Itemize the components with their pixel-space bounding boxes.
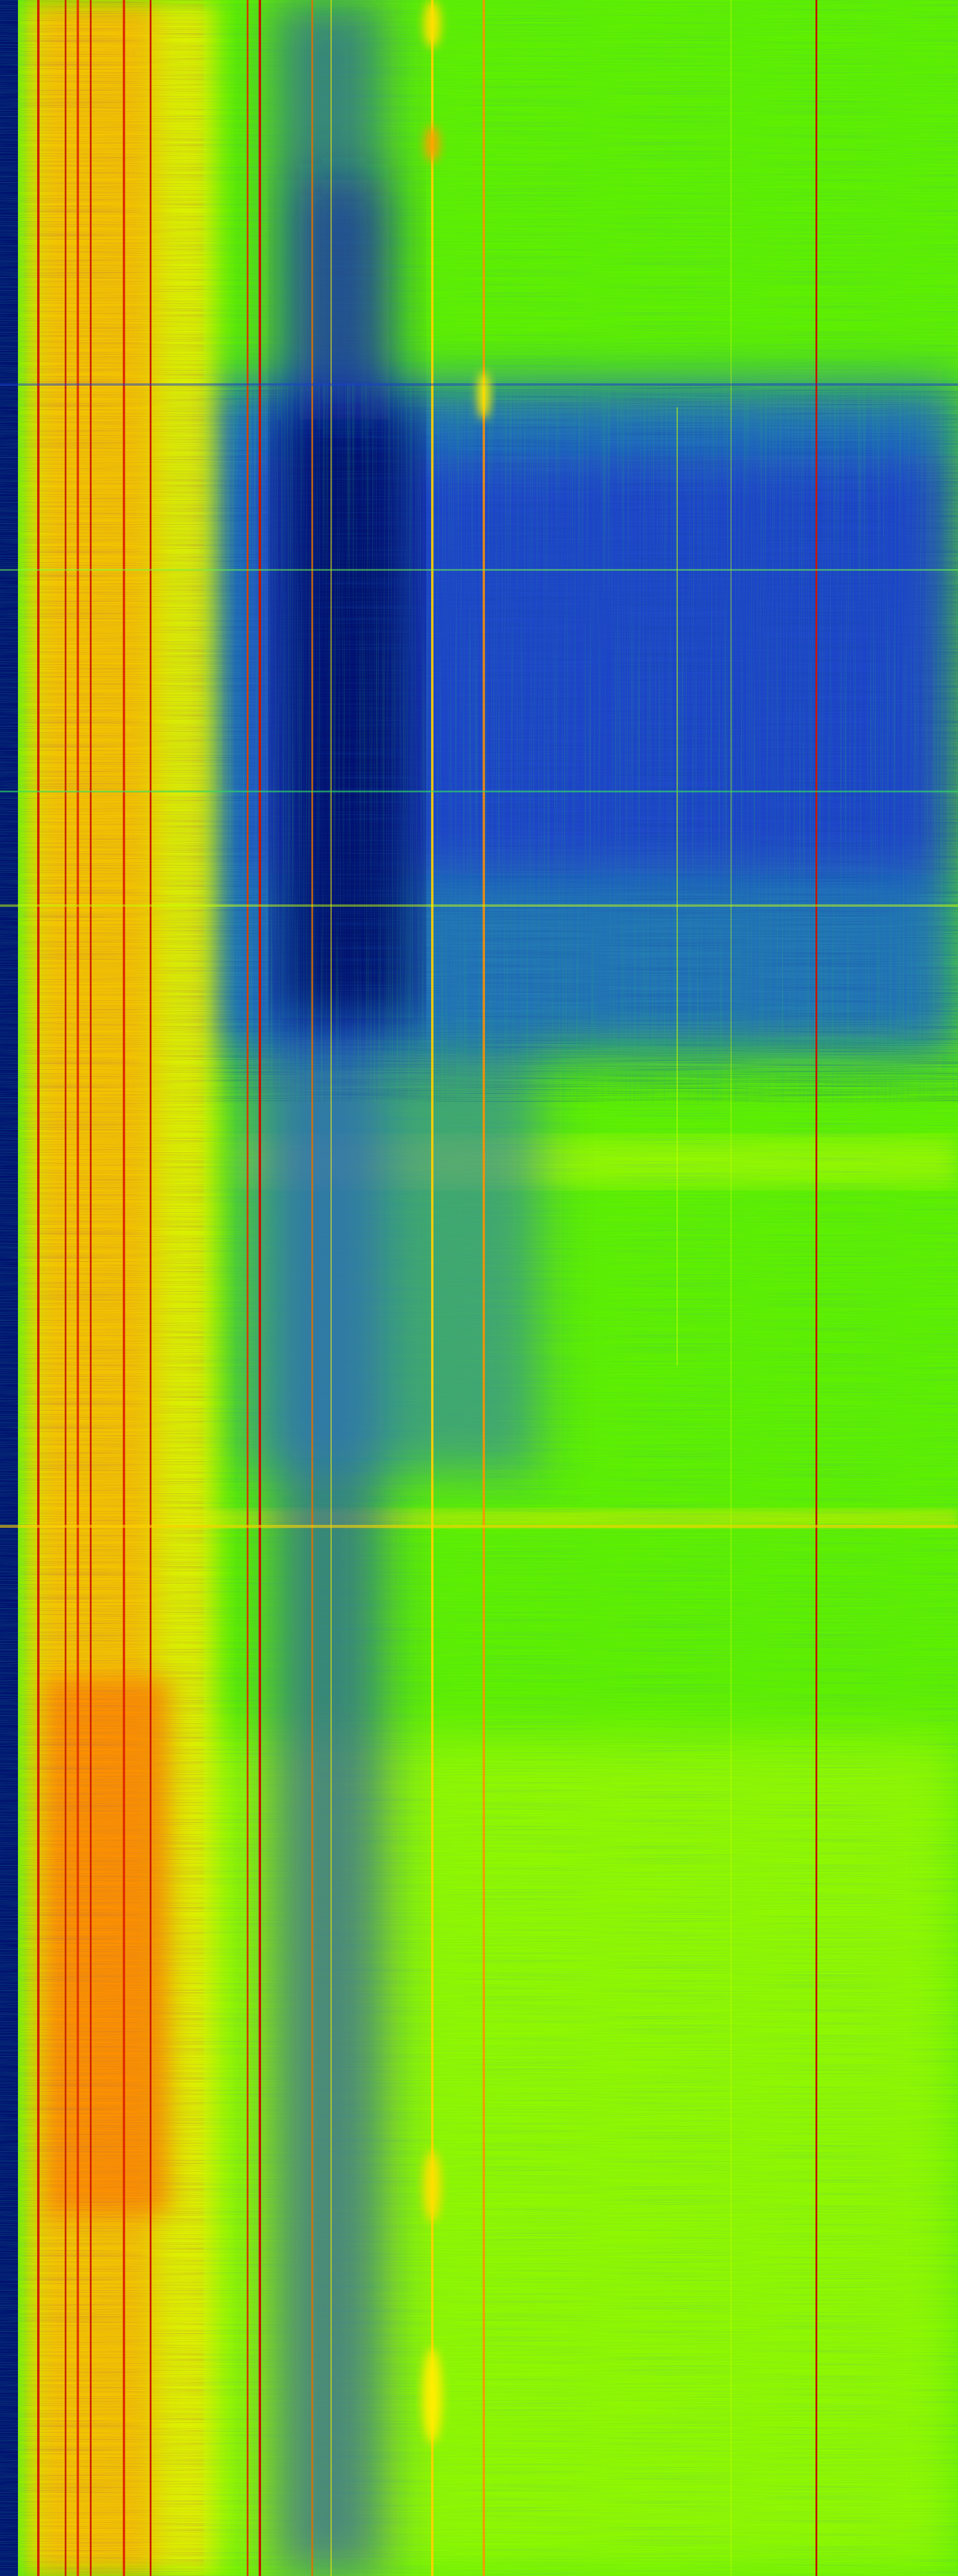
carrier-line <box>150 0 151 2576</box>
carrier-line <box>259 0 261 2576</box>
carrier-line <box>37 0 40 2576</box>
carrier-line <box>123 0 125 2576</box>
carrier-line <box>77 0 79 2576</box>
band <box>0 904 958 907</box>
carrier-line <box>331 0 332 2576</box>
band <box>0 1525 958 1528</box>
band <box>0 791 958 792</box>
carrier-line <box>65 0 66 2576</box>
carrier-line <box>815 0 817 2576</box>
carrier-line <box>730 0 732 2576</box>
carrier-line <box>311 0 313 2576</box>
carrier-line <box>247 0 248 2576</box>
carrier-line <box>90 0 92 2576</box>
spectrogram-waterfall <box>0 0 958 2576</box>
carrier-line <box>677 407 678 1366</box>
band <box>0 569 958 571</box>
